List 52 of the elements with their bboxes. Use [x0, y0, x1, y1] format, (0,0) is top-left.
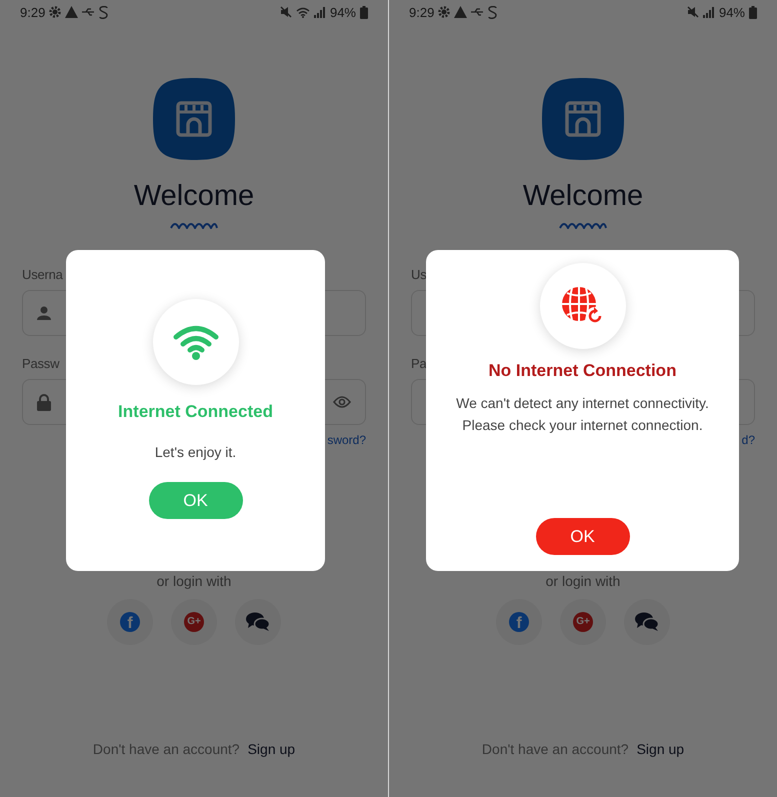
signup-link[interactable]: Sign up	[636, 741, 684, 757]
google-plus-login-button[interactable]: G+	[171, 599, 217, 645]
alt-login-text: or login with	[156, 573, 232, 589]
dialog-title: Internet Connected	[118, 402, 273, 422]
mute-icon	[280, 6, 292, 18]
settings-icon	[49, 6, 62, 18]
signup-prompt: Don't have an account?	[92, 741, 240, 757]
forgot-password-link[interactable]: sword?	[327, 433, 366, 447]
field-label: Passw	[22, 356, 60, 371]
settings-icon	[438, 6, 450, 18]
person-icon	[37, 306, 51, 320]
welcome-title: Welcome	[522, 180, 644, 213]
status-time: 9:29	[409, 4, 434, 20]
welcome-title: Welcome	[134, 180, 254, 213]
chat-login-button[interactable]	[624, 599, 670, 645]
lock-icon	[37, 394, 51, 410]
ok-button[interactable]: OK	[148, 482, 242, 519]
facebook-login-button[interactable]: f	[496, 599, 542, 645]
battery-percent: 94%	[718, 4, 745, 20]
field-label: Us	[411, 267, 426, 282]
signup-prompt: Don't have an account?	[482, 741, 629, 757]
field-label: Userna	[22, 267, 63, 282]
dialog-title: No Internet Connection	[488, 361, 676, 381]
signup-link[interactable]: Sign up	[248, 741, 296, 757]
warning-icon	[65, 6, 78, 18]
wave-ornament	[170, 221, 218, 229]
mute-icon	[686, 6, 699, 18]
google-plus-login-button[interactable]: G+	[560, 599, 606, 645]
facebook-login-button[interactable]: f	[107, 599, 153, 645]
wave-ornament	[559, 221, 607, 229]
dialog-message: We can't detect any internet connectivity.	[456, 395, 709, 411]
battery-percent: 94%	[330, 4, 356, 20]
chat-bubbles-icon	[635, 612, 659, 632]
field-label: Pa	[411, 356, 427, 371]
wifi-icon	[172, 324, 218, 360]
s-shaped-icon	[99, 6, 108, 18]
chat-login-button[interactable]	[235, 599, 281, 645]
alt-login-text: or login with	[546, 573, 620, 589]
ok-button[interactable]: OK	[536, 518, 630, 555]
battery-icon	[360, 6, 368, 18]
battery-icon	[749, 6, 757, 18]
s-shaped-icon	[488, 6, 498, 18]
status-time: 9:29	[20, 4, 46, 20]
warning-icon	[454, 6, 468, 18]
dialog-message: Let's enjoy it.	[154, 444, 236, 460]
usb-icon	[82, 7, 96, 17]
signal-icon	[314, 6, 326, 18]
eye-icon[interactable]	[333, 396, 351, 408]
forgot-password-link[interactable]: d?	[742, 433, 755, 447]
usb-icon	[471, 7, 484, 17]
dialog-message: Please check your internet connection.	[462, 417, 703, 433]
chat-bubbles-icon	[246, 612, 270, 632]
